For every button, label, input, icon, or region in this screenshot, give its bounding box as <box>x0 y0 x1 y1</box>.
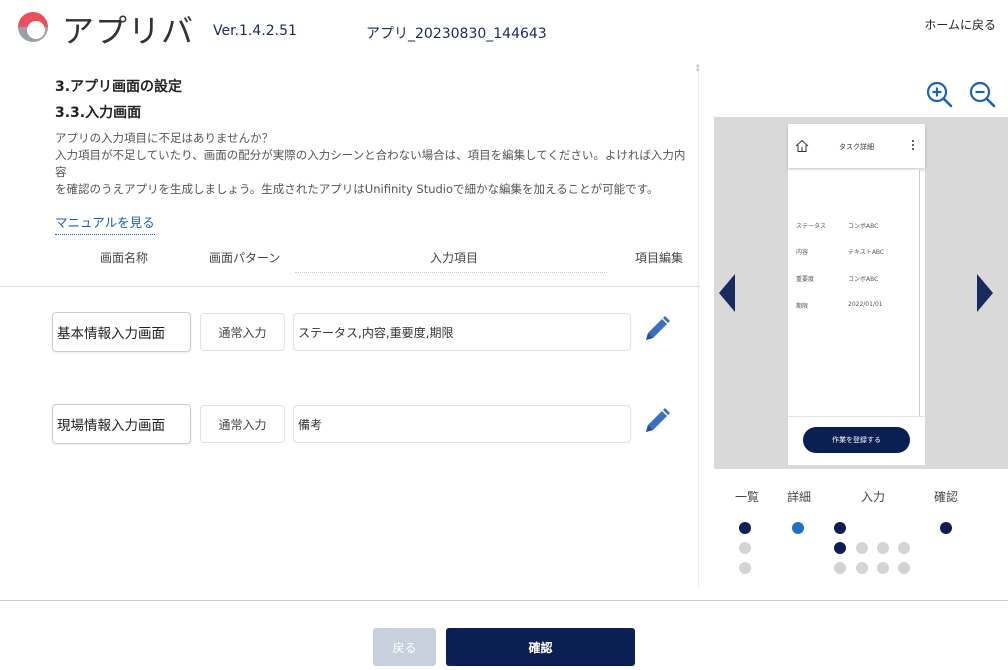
column-underline <box>295 272 607 273</box>
description-line: を確認のうえアプリを生成しましょう。生成されたアプリはUnifinity Stu… <box>55 182 659 196</box>
header-divider <box>0 286 700 287</box>
column-header-pattern: 画面パターン <box>209 251 281 265</box>
screen-name-field[interactable]: 基本情報入力画面 <box>52 312 191 352</box>
step-dot-current[interactable] <box>792 522 804 534</box>
screen-pattern-cell: 通常入力 <box>200 313 285 351</box>
settings-panel: 3.アプリ画面の設定 3.3.入力画面 アプリの入力項目に不足はありませんか？ … <box>0 56 700 600</box>
zoom-in-icon[interactable] <box>925 80 953 108</box>
section-title: 3.アプリ画面の設定 <box>55 79 183 95</box>
input-items-cell: 備考 <box>293 405 631 443</box>
back-button[interactable]: 戻る <box>373 628 436 666</box>
step-dot[interactable] <box>940 522 952 534</box>
phone-preview: タスク詳細 ステータス コンボABC 内容 テキストABC 重要度 コンボABC… <box>788 124 925 465</box>
phone-field-key: 内容 <box>796 249 809 256</box>
next-screen-icon[interactable] <box>977 274 993 312</box>
step-dot[interactable] <box>898 562 910 574</box>
zoom-out-icon[interactable] <box>968 80 996 108</box>
app-header: アプリバ Ver.1.4.2.51 アプリ_20230830_144643 ホー… <box>0 0 1008 56</box>
screen-pattern-cell: 通常入力 <box>200 405 285 443</box>
description-line: 入力項目が不足していたり、画面の配分が実際の入力シーンと合わない場合は、項目を編… <box>55 148 686 179</box>
table-row: 現場情報入力画面 通常入力 備考 <box>0 404 700 446</box>
sub-title: 3.3.入力画面 <box>55 105 142 121</box>
column-header-name: 画面名称 <box>100 251 149 265</box>
pencil-icon[interactable] <box>642 314 672 344</box>
register-task-button: 作業を登録する <box>803 427 910 453</box>
column-header-items: 入力項目 <box>430 251 479 265</box>
step-label-list[interactable]: 一覧 <box>735 488 759 505</box>
footer-bar: 戻る 確認 <box>0 600 1008 670</box>
phone-field-value: コンボABC <box>848 223 879 230</box>
description: アプリの入力項目に不足はありませんか？ 入力項目が不足していたり、画面の配分が実… <box>55 130 695 198</box>
confirm-button[interactable]: 確認 <box>446 628 635 666</box>
step-dot[interactable] <box>856 562 868 574</box>
input-items-cell: ステータス,内容,重要度,期限 <box>293 313 631 351</box>
step-label-detail[interactable]: 詳細 <box>787 488 811 505</box>
step-dot[interactable] <box>877 542 889 554</box>
phone-field-key: 重要度 <box>796 276 815 283</box>
step-dot[interactable] <box>834 562 846 574</box>
description-line: アプリの入力項目に不足はありませんか？ <box>55 131 274 145</box>
version-label: Ver.1.4.2.51 <box>213 23 297 39</box>
phone-field-value: 2022/01/01 <box>848 301 883 308</box>
manual-link[interactable]: マニュアルを見る <box>55 212 155 235</box>
phone-field-key: ステータス <box>796 223 827 230</box>
more-vertical-icon <box>912 140 915 150</box>
column-header-edit: 項目編集 <box>635 251 684 265</box>
app-logo-icon <box>18 12 48 42</box>
file-name-label: アプリ_20230830_144643 <box>366 26 547 42</box>
step-dot[interactable] <box>856 542 868 554</box>
home-link[interactable]: ホームに戻る <box>924 16 996 33</box>
phone-field-value: テキストABC <box>848 249 885 256</box>
phone-body: ステータス コンボABC 内容 テキストABC 重要度 コンボABC 期限 20… <box>788 170 920 416</box>
panel-divider <box>698 66 699 588</box>
phone-title: タスク詳細 <box>839 143 874 151</box>
step-dot[interactable] <box>834 522 846 534</box>
step-dot[interactable] <box>739 522 751 534</box>
step-label-confirm[interactable]: 確認 <box>934 488 958 505</box>
step-dot[interactable] <box>834 542 846 554</box>
step-dot[interactable] <box>877 562 889 574</box>
step-dot[interactable] <box>739 542 751 554</box>
pencil-icon[interactable] <box>642 406 672 436</box>
step-dot[interactable] <box>739 562 751 574</box>
phone-header: タスク詳細 <box>788 124 925 168</box>
resize-handle-icon[interactable]: ↕ <box>694 64 702 74</box>
screen-name-field[interactable]: 現場情報入力画面 <box>52 404 191 444</box>
phone-field-key: 期限 <box>796 303 809 310</box>
step-dot[interactable] <box>898 542 910 554</box>
step-label-input[interactable]: 入力 <box>861 488 885 505</box>
table-row: 基本情報入力画面 通常入力 ステータス,内容,重要度,期限 <box>0 312 700 354</box>
phone-footer-divider <box>788 416 925 417</box>
previous-screen-icon[interactable] <box>719 274 735 312</box>
phone-field-value: コンボABC <box>848 276 879 283</box>
app-name: アプリバ <box>62 12 195 50</box>
